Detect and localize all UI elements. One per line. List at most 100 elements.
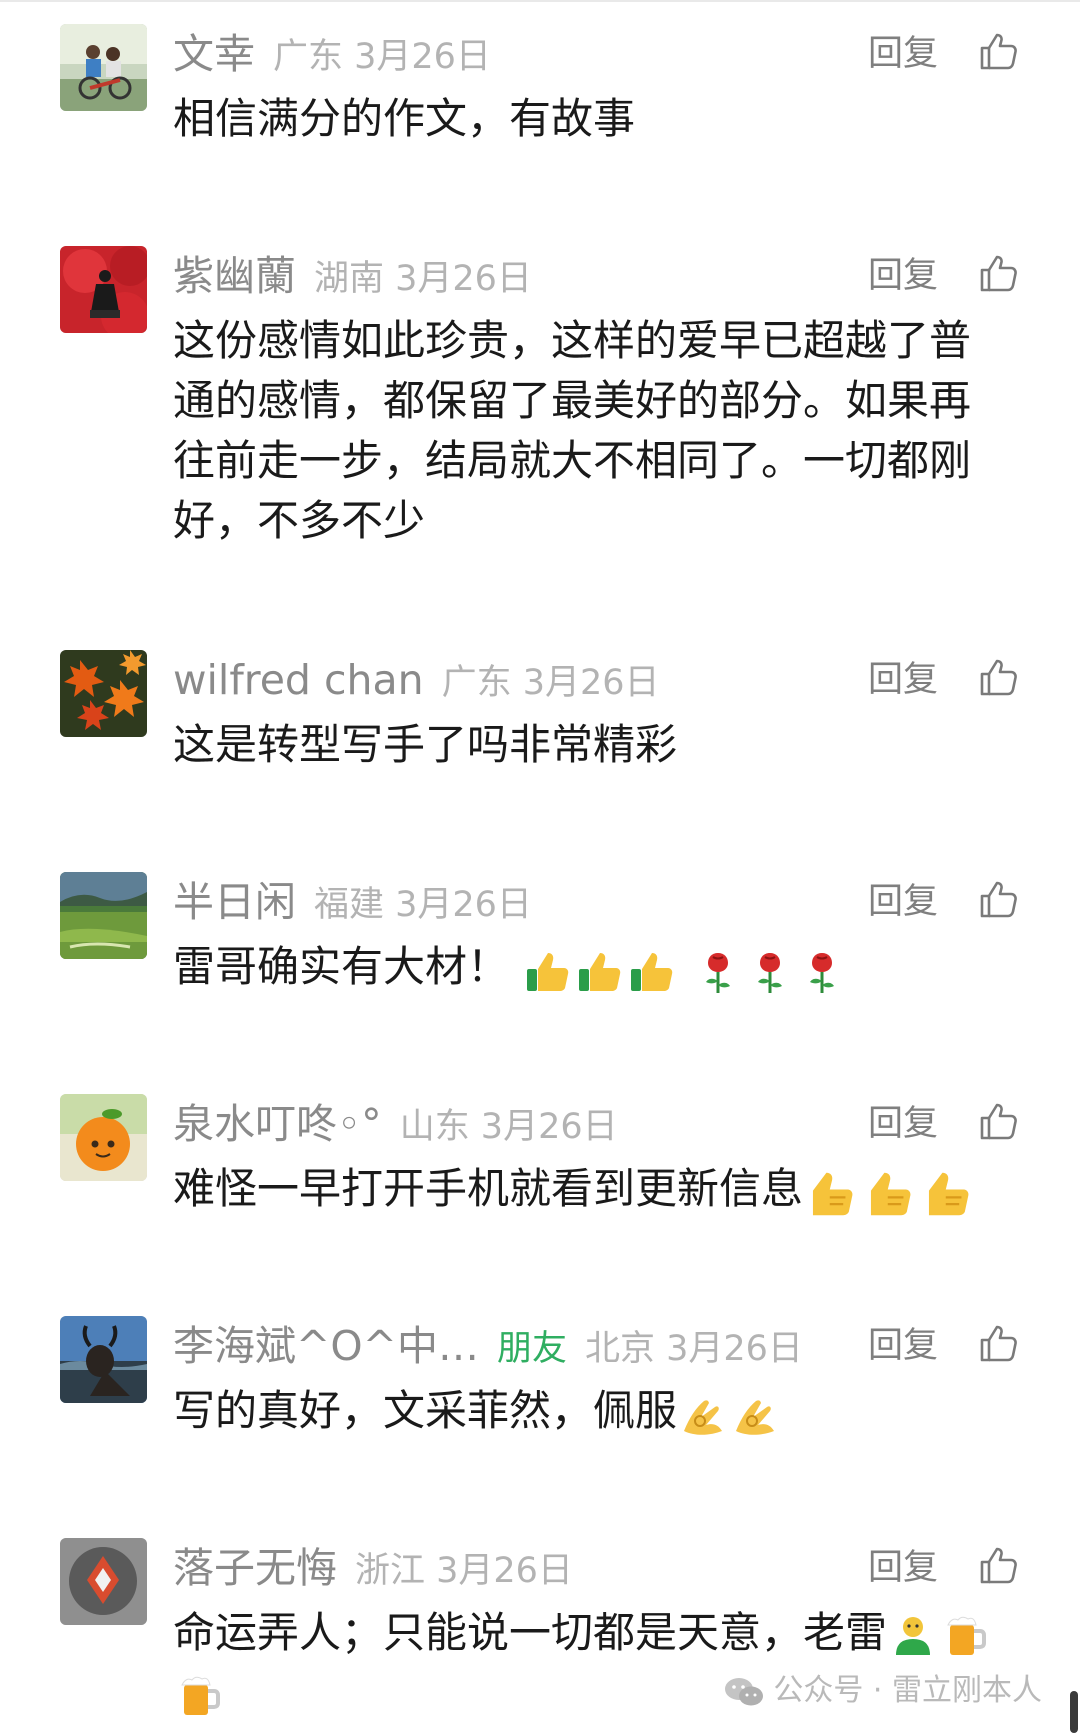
like-button[interactable] <box>978 656 1020 698</box>
comment-text: 难怪一早打开手机就看到更新信息 <box>173 1159 1008 1222</box>
thumbs-up-emoji <box>575 947 625 997</box>
wechat-icon <box>723 1675 765 1709</box>
reply-button[interactable]: 回复 <box>868 1320 938 1372</box>
comment-date: 3月26日 <box>480 1107 618 1147</box>
username[interactable]: 半日闲 <box>173 878 296 926</box>
reply-button[interactable]: 回复 <box>868 876 938 928</box>
comment-text: 这是转型写手了吗非常精彩 <box>173 715 1008 775</box>
like-button[interactable] <box>978 878 1020 920</box>
emoji-row <box>803 1161 977 1222</box>
comment-text: 写的真好，文采菲然，佩服 <box>173 1381 1008 1444</box>
avatar[interactable] <box>60 24 147 111</box>
emoji-row <box>677 1384 781 1444</box>
comment-location: 福建 <box>314 885 385 925</box>
comment-text: 雷哥确实有大材！ <box>173 937 1008 1000</box>
comment-date: 3月26日 <box>395 259 532 299</box>
avatar-bull-statue-image <box>60 1316 147 1403</box>
rose-emoji <box>797 947 847 997</box>
username[interactable]: 紫幽蘭 <box>173 252 296 300</box>
like-button[interactable] <box>978 1322 1020 1364</box>
comment-text-body: 难怪一早打开手机就看到更新信息 <box>173 1164 804 1213</box>
thumbs-up-emoji <box>862 1166 918 1222</box>
comment-header: 泉水叮咚◦° 山东 3月26日 <box>173 1098 618 1150</box>
username[interactable]: wilfred chan <box>173 656 424 704</box>
avatar-gray-badge-image <box>60 1538 147 1625</box>
like-button[interactable] <box>978 1100 1020 1142</box>
thumbs-up-outline-icon <box>980 659 1017 696</box>
comment-date: 3月26日 <box>666 1329 803 1369</box>
username[interactable]: 文幸 <box>173 30 255 78</box>
friend-tag: 朋友 <box>496 1329 567 1369</box>
comment-location: 广东 <box>273 37 344 77</box>
rose-emoji <box>745 947 795 997</box>
official-account-watermark: 公众号 · 雷立刚本人 <box>723 1671 1042 1711</box>
comment-header: wilfred chan 广东 3月26日 <box>173 654 660 706</box>
reply-button[interactable]: 回复 <box>868 1542 938 1594</box>
thumbs-up-outline-icon <box>980 881 1017 918</box>
username[interactable]: 泉水叮咚◦° <box>173 1100 382 1148</box>
avatar-orange-fruit-image <box>60 1094 147 1181</box>
comment-text-body: 这是转型写手了吗非常精彩 <box>173 720 678 769</box>
comment-text-body: 命运弄人；只能说一切都是天意，老雷 <box>173 1608 888 1657</box>
avatar-red-flower-figure-image <box>60 246 147 333</box>
comment-list-screen: 文幸广东 3月26日 回复 相信满分的作文，有故事 紫幽蘭湖南 3月26日 <box>0 0 1080 1733</box>
thumbs-up-emoji <box>920 1166 976 1222</box>
comment-date: 3月26日 <box>522 663 660 703</box>
comment-location: 湖南 <box>314 259 385 299</box>
username[interactable]: 李海斌^O^中… <box>173 1322 479 1370</box>
comment-header: 落子无悔 浙江 3月26日 <box>173 1542 573 1594</box>
avatar-green-landscape-image <box>60 872 147 959</box>
avatar[interactable] <box>60 246 147 333</box>
comment-header: 半日闲 福建 3月26日 <box>173 876 532 928</box>
rose-emoji <box>693 947 743 997</box>
comment-location: 浙江 <box>355 1551 426 1591</box>
comment-header: 李海斌^O^中… 朋友 北京 3月26日 <box>173 1320 803 1372</box>
comment-text-body: 写的真好，文采菲然，佩服 <box>173 1386 678 1435</box>
thumbs-up-outline-icon <box>980 1103 1017 1140</box>
ok-hand-emoji <box>678 1391 728 1441</box>
comment-location: 广东 <box>441 663 512 703</box>
comment-text-body: 这份感情如此珍贵，这样的爱早已超越了普通的感情，都保留了最美好的部分。如果再往前… <box>173 316 972 545</box>
emoji-row <box>522 940 847 1000</box>
beer-mug-emoji <box>174 1671 224 1721</box>
avatar-maple-leaves-image <box>60 650 147 737</box>
reply-button[interactable]: 回复 <box>868 1098 938 1150</box>
beer-mug-emoji <box>940 1611 990 1661</box>
scrollbar-thumb[interactable] <box>1070 1691 1078 1733</box>
avatar-kids-on-bike-image <box>60 24 147 111</box>
thumbs-up-emoji <box>627 947 677 997</box>
person-emoji <box>888 1611 938 1661</box>
reply-button[interactable]: 回复 <box>868 654 938 706</box>
reply-button[interactable]: 回复 <box>868 250 938 302</box>
comment-header: 紫幽蘭 湖南 3月26日 <box>173 250 532 302</box>
comment-text: 这份感情如此珍贵，这样的爱早已超越了普通的感情，都保留了最美好的部分。如果再往前… <box>173 311 1008 551</box>
thumbs-up-outline-icon <box>980 255 1017 292</box>
avatar[interactable] <box>60 1316 147 1403</box>
like-button[interactable] <box>978 30 1020 72</box>
comment-text: 相信满分的作文，有故事 <box>173 89 1008 149</box>
comment-date: 3月26日 <box>395 885 532 925</box>
comment-location: 山东 <box>399 1107 470 1147</box>
thumbs-up-outline-icon <box>980 1547 1017 1584</box>
thumbs-up-emoji <box>523 947 573 997</box>
watermark-text: 公众号 · 雷立刚本人 <box>773 1673 1042 1708</box>
top-divider <box>0 0 1080 2</box>
comment-text-body: 相信满分的作文，有故事 <box>173 94 636 143</box>
comment-text-body: 雷哥确实有大材！ <box>173 942 510 991</box>
comment-date: 3月26日 <box>354 37 491 77</box>
ok-hand-emoji <box>730 1391 780 1441</box>
avatar[interactable] <box>60 1538 147 1625</box>
thumbs-up-emoji <box>804 1166 860 1222</box>
like-button[interactable] <box>978 252 1020 294</box>
avatar[interactable] <box>60 872 147 959</box>
comment-location: 北京 <box>585 1329 656 1369</box>
username[interactable]: 落子无悔 <box>173 1544 337 1592</box>
avatar[interactable] <box>60 1094 147 1181</box>
reply-button[interactable]: 回复 <box>868 28 938 80</box>
comment-header: 文幸 广东 3月26日 <box>173 28 491 80</box>
like-button[interactable] <box>978 1544 1020 1586</box>
thumbs-up-outline-icon <box>980 1325 1017 1362</box>
thumbs-up-outline-icon <box>980 33 1017 70</box>
avatar[interactable] <box>60 650 147 737</box>
comment-date: 3月26日 <box>436 1551 573 1591</box>
